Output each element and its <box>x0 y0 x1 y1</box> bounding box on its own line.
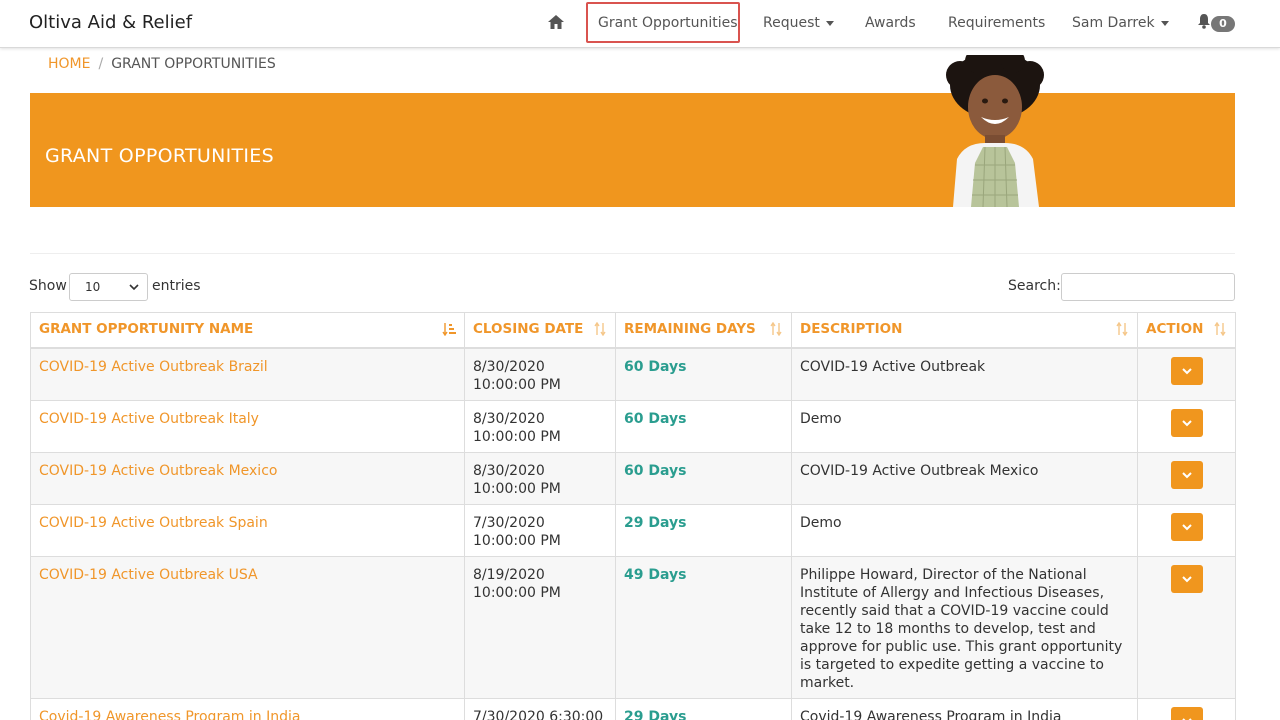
header-remaining-days[interactable]: REMAINING DAYS <box>615 312 792 349</box>
description-cell: Philippe Howard, Director of the Nationa… <box>791 555 1138 699</box>
show-label: Show <box>29 278 67 294</box>
action-dropdown-button[interactable] <box>1170 512 1203 541</box>
action-dropdown-button[interactable] <box>1170 460 1203 489</box>
remaining-days-cell: 60 Days <box>615 451 792 505</box>
action-cell <box>1137 347 1236 401</box>
remaining-days-cell: 60 Days <box>615 399 792 453</box>
entries-select[interactable]: 10 <box>69 273 148 301</box>
nav-requirements[interactable]: Requirements <box>948 15 1045 31</box>
home-icon[interactable] <box>547 13 565 31</box>
description-cell: COVID-19 Active Outbreak <box>791 347 1138 401</box>
entries-select-value: 10 <box>85 280 101 294</box>
nav-request-label: Request <box>763 15 820 31</box>
header-action-label: ACTION <box>1146 321 1204 337</box>
description-cell: COVID-19 Active Outbreak Mexico <box>791 451 1138 505</box>
table-row: COVID-19 Active Outbreak USA 8/19/2020 1… <box>30 555 1236 699</box>
header-grant-name[interactable]: GRANT OPPORTUNITY NAME <box>30 312 465 349</box>
header-closing-date[interactable]: CLOSING DATE <box>464 312 616 349</box>
action-dropdown-button[interactable] <box>1170 356 1203 385</box>
header-action[interactable]: ACTION <box>1137 312 1236 349</box>
child-photo <box>946 55 1044 207</box>
action-cell <box>1137 555 1236 699</box>
breadcrumb: HOME / GRANT OPPORTUNITIES <box>48 56 276 72</box>
sort-icon <box>1116 322 1128 336</box>
closing-date-cell: 7/30/2020 6:30:00 PM <box>464 697 616 720</box>
header-description[interactable]: DESCRIPTION <box>791 312 1138 349</box>
search-label: Search: <box>1008 278 1061 294</box>
action-cell <box>1137 451 1236 505</box>
section-divider <box>30 253 1235 254</box>
closing-date-cell: 8/30/2020 10:00:00 PM <box>464 347 616 401</box>
entries-label: entries <box>152 278 201 294</box>
chevron-down-icon <box>1181 717 1192 720</box>
banner-title: GRANT OPPORTUNITIES <box>45 145 274 167</box>
closing-date-cell: 8/19/2020 10:00:00 PM <box>464 555 616 699</box>
sort-icon <box>770 322 782 336</box>
breadcrumb-separator: / <box>98 56 104 72</box>
grant-name-link[interactable]: COVID-19 Active Outbreak Brazil <box>30 347 465 401</box>
nav-grant-opportunities[interactable]: Grant Opportunities <box>598 15 738 31</box>
table-row: COVID-19 Active Outbreak Spain 7/30/2020… <box>30 503 1236 557</box>
caret-down-icon <box>825 20 834 26</box>
header-description-label: DESCRIPTION <box>800 321 903 337</box>
action-cell <box>1137 503 1236 557</box>
description-cell: Demo <box>791 503 1138 557</box>
user-name: Sam Darrek <box>1072 15 1155 31</box>
table-row: Covid-19 Awareness Program in India 7/30… <box>30 697 1236 720</box>
header-grant-name-label: GRANT OPPORTUNITY NAME <box>39 321 254 337</box>
action-dropdown-button[interactable] <box>1170 706 1203 720</box>
top-navbar: Oltiva Aid & Relief Grant Opportunities … <box>0 0 1280 48</box>
action-cell <box>1137 399 1236 453</box>
search-input[interactable] <box>1061 273 1235 301</box>
remaining-days-cell: 60 Days <box>615 347 792 401</box>
action-dropdown-button[interactable] <box>1170 564 1203 593</box>
notification-badge[interactable]: 0 <box>1211 16 1235 32</box>
header-remaining-days-label: REMAINING DAYS <box>624 321 756 337</box>
grant-name-link[interactable]: COVID-19 Active Outbreak Mexico <box>30 451 465 505</box>
description-cell: Demo <box>791 399 1138 453</box>
closing-date-cell: 7/30/2020 10:00:00 PM <box>464 503 616 557</box>
remaining-days-cell: 29 Days <box>615 503 792 557</box>
chevron-down-icon <box>129 284 139 291</box>
caret-down-icon <box>1160 20 1169 26</box>
sort-icon <box>1214 322 1226 336</box>
grant-name-link[interactable]: Covid-19 Awareness Program in India <box>30 697 465 720</box>
nav-awards[interactable]: Awards <box>865 15 916 31</box>
page-banner: GRANT OPPORTUNITIES <box>30 55 1235 207</box>
action-cell <box>1137 697 1236 720</box>
nav-request[interactable]: Request <box>763 15 834 31</box>
description-cell: Covid-19 Awareness Program in India <box>791 697 1138 720</box>
grant-name-link[interactable]: COVID-19 Active Outbreak Spain <box>30 503 465 557</box>
breadcrumb-home[interactable]: HOME <box>48 56 90 72</box>
chevron-down-icon <box>1181 575 1192 582</box>
table-row: COVID-19 Active Outbreak Brazil 8/30/202… <box>30 347 1236 401</box>
chevron-down-icon <box>1181 419 1192 426</box>
table-row: COVID-19 Active Outbreak Mexico 8/30/202… <box>30 451 1236 505</box>
action-dropdown-button[interactable] <box>1170 408 1203 437</box>
sort-icon <box>594 322 606 336</box>
bell-icon[interactable] <box>1197 13 1211 29</box>
header-closing-date-label: CLOSING DATE <box>473 321 584 337</box>
chevron-down-icon <box>1181 471 1192 478</box>
grant-name-link[interactable]: COVID-19 Active Outbreak USA <box>30 555 465 699</box>
nav-user-menu[interactable]: Sam Darrek <box>1072 15 1169 31</box>
chevron-down-icon <box>1181 523 1192 530</box>
closing-date-cell: 8/30/2020 10:00:00 PM <box>464 451 616 505</box>
table-row: COVID-19 Active Outbreak Italy 8/30/2020… <box>30 399 1236 453</box>
grant-opportunities-table: GRANT OPPORTUNITY NAME CLOSING DATE REMA… <box>30 312 1236 720</box>
remaining-days-cell: 49 Days <box>615 555 792 699</box>
grant-name-link[interactable]: COVID-19 Active Outbreak Italy <box>30 399 465 453</box>
breadcrumb-current: GRANT OPPORTUNITIES <box>111 56 276 72</box>
brand-name[interactable]: Oltiva Aid & Relief <box>29 12 192 33</box>
chevron-down-icon <box>1181 367 1192 374</box>
table-header-row: GRANT OPPORTUNITY NAME CLOSING DATE REMA… <box>30 312 1236 349</box>
remaining-days-cell: 29 Days <box>615 697 792 720</box>
closing-date-cell: 8/30/2020 10:00:00 PM <box>464 399 616 453</box>
sort-ascending-icon <box>442 323 456 336</box>
